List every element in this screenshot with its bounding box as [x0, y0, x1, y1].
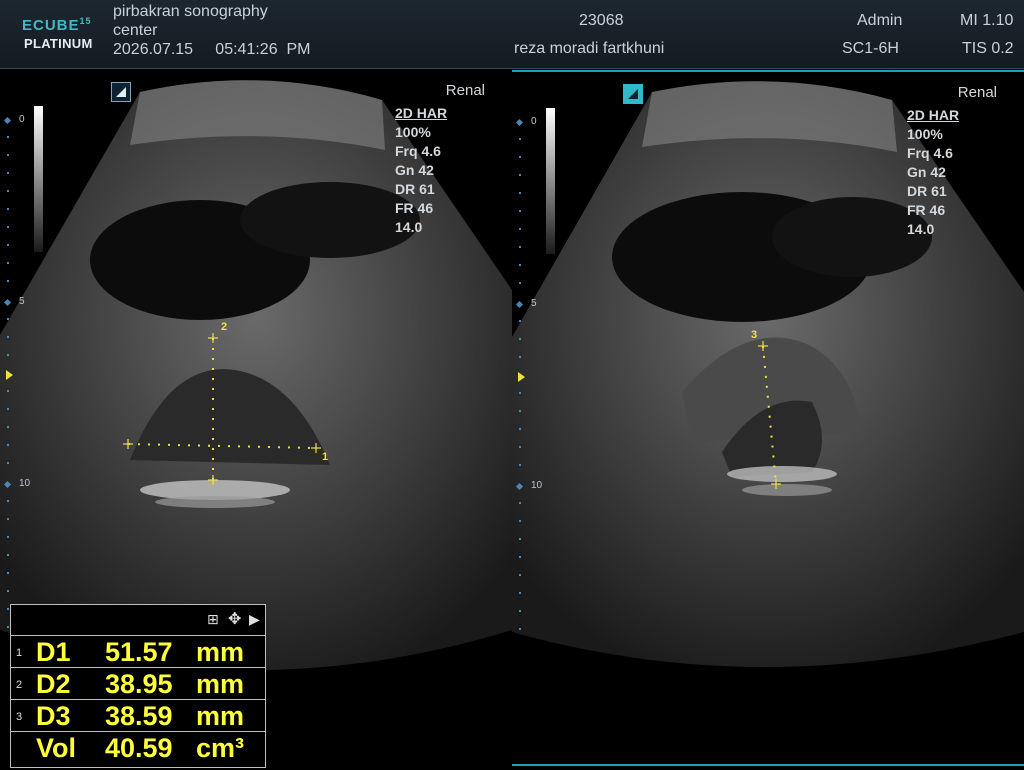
depth-label-0: 0	[19, 114, 25, 125]
depth-value: 14.0	[907, 221, 935, 237]
gain-value: Gn 42	[907, 164, 946, 180]
power-value: 100%	[395, 124, 431, 140]
depth-label-10: 10	[19, 478, 31, 489]
exam-datetime: 2026.07.15 05:41:26 PM	[113, 41, 311, 58]
measurement-results[interactable]: ⊞ ✥ ▶ 1 D1 51.57 mm 2 D2 38.95 mm 3 D3 3…	[10, 604, 266, 768]
institution-name: pirbakran sonography	[113, 3, 268, 20]
probe-orientation-icon[interactable]	[111, 82, 131, 102]
frame-rate-value: FR 46	[907, 202, 946, 218]
thermal-index: TIS 0.2	[962, 40, 1014, 57]
operator-name: Admin	[857, 12, 903, 29]
frequency-value: Frq 4.6	[395, 143, 441, 159]
depth-label-5: 5	[19, 296, 25, 307]
frequency-value: Frq 4.6	[907, 145, 953, 161]
probe-orientation-icon[interactable]	[623, 84, 643, 104]
frame-rate-value: FR 46	[395, 200, 434, 216]
measurement-row-d3[interactable]: 3 D3 38.59 mm	[11, 700, 265, 732]
mechanical-index: MI 1.10	[960, 12, 1014, 29]
brand-logo: ECUBE15 PLATINUM	[22, 16, 93, 51]
measurement-row-d1[interactable]: 1 D1 51.57 mm	[11, 636, 265, 668]
mode-label: 2D HAR	[907, 107, 960, 123]
caliper-label-3: 3	[751, 329, 758, 341]
depth-marker-icon	[3, 480, 12, 489]
measurement-row-volume[interactable]: Vol 40.59 cm³	[11, 732, 265, 763]
depth-marker-icon	[3, 116, 12, 125]
focus-marker-icon[interactable]	[518, 372, 525, 382]
move-icon[interactable]: ✥	[228, 609, 241, 629]
gain-value: Gn 42	[395, 162, 434, 178]
header-bar: ECUBE15 PLATINUM pirbakran sonography ce…	[0, 0, 1024, 69]
institution-name-line2: center	[113, 22, 158, 39]
probe-name: SC1-6H	[842, 40, 899, 57]
active-panel-indicator	[512, 764, 1024, 766]
grayscale-bar	[34, 106, 43, 252]
depth-marker-icon	[3, 298, 12, 307]
measurement-row-d2[interactable]: 2 D2 38.95 mm	[11, 668, 265, 700]
depth-marker-icon	[515, 300, 524, 309]
patient-id: 23068	[579, 12, 624, 29]
caliper-label-2: 2	[221, 321, 228, 333]
caliper-label-1: 1	[322, 451, 329, 463]
depth-label-0: 0	[531, 116, 537, 127]
dynamic-range-value: DR 61	[395, 181, 435, 197]
focus-marker-icon[interactable]	[6, 370, 13, 380]
patient-name: reza moradi fartkhuni	[514, 40, 665, 57]
power-value: 100%	[907, 126, 943, 142]
dynamic-range-value: DR 61	[907, 183, 947, 199]
depth-marker-icon	[515, 482, 524, 491]
preset-label: Renal	[957, 84, 997, 101]
depth-marker-icon	[515, 118, 524, 127]
grid-icon[interactable]: ⊞	[207, 611, 219, 628]
expand-arrow-icon[interactable]: ▶	[249, 611, 260, 628]
measurement-toolbar: ⊞ ✥ ▶	[11, 605, 265, 636]
mode-label: 2D HAR	[395, 105, 448, 121]
sector-image-right	[512, 81, 1024, 668]
depth-value: 14.0	[395, 219, 423, 235]
grayscale-bar	[546, 108, 555, 254]
ultrasound-image-right[interactable]: 3 0 5 10 Renal 2D HAR 100% Frq 4.6 Gn 42…	[512, 70, 1024, 770]
preset-label: Renal	[445, 82, 485, 99]
depth-label-10: 10	[531, 480, 543, 491]
depth-label-5: 5	[531, 298, 537, 309]
